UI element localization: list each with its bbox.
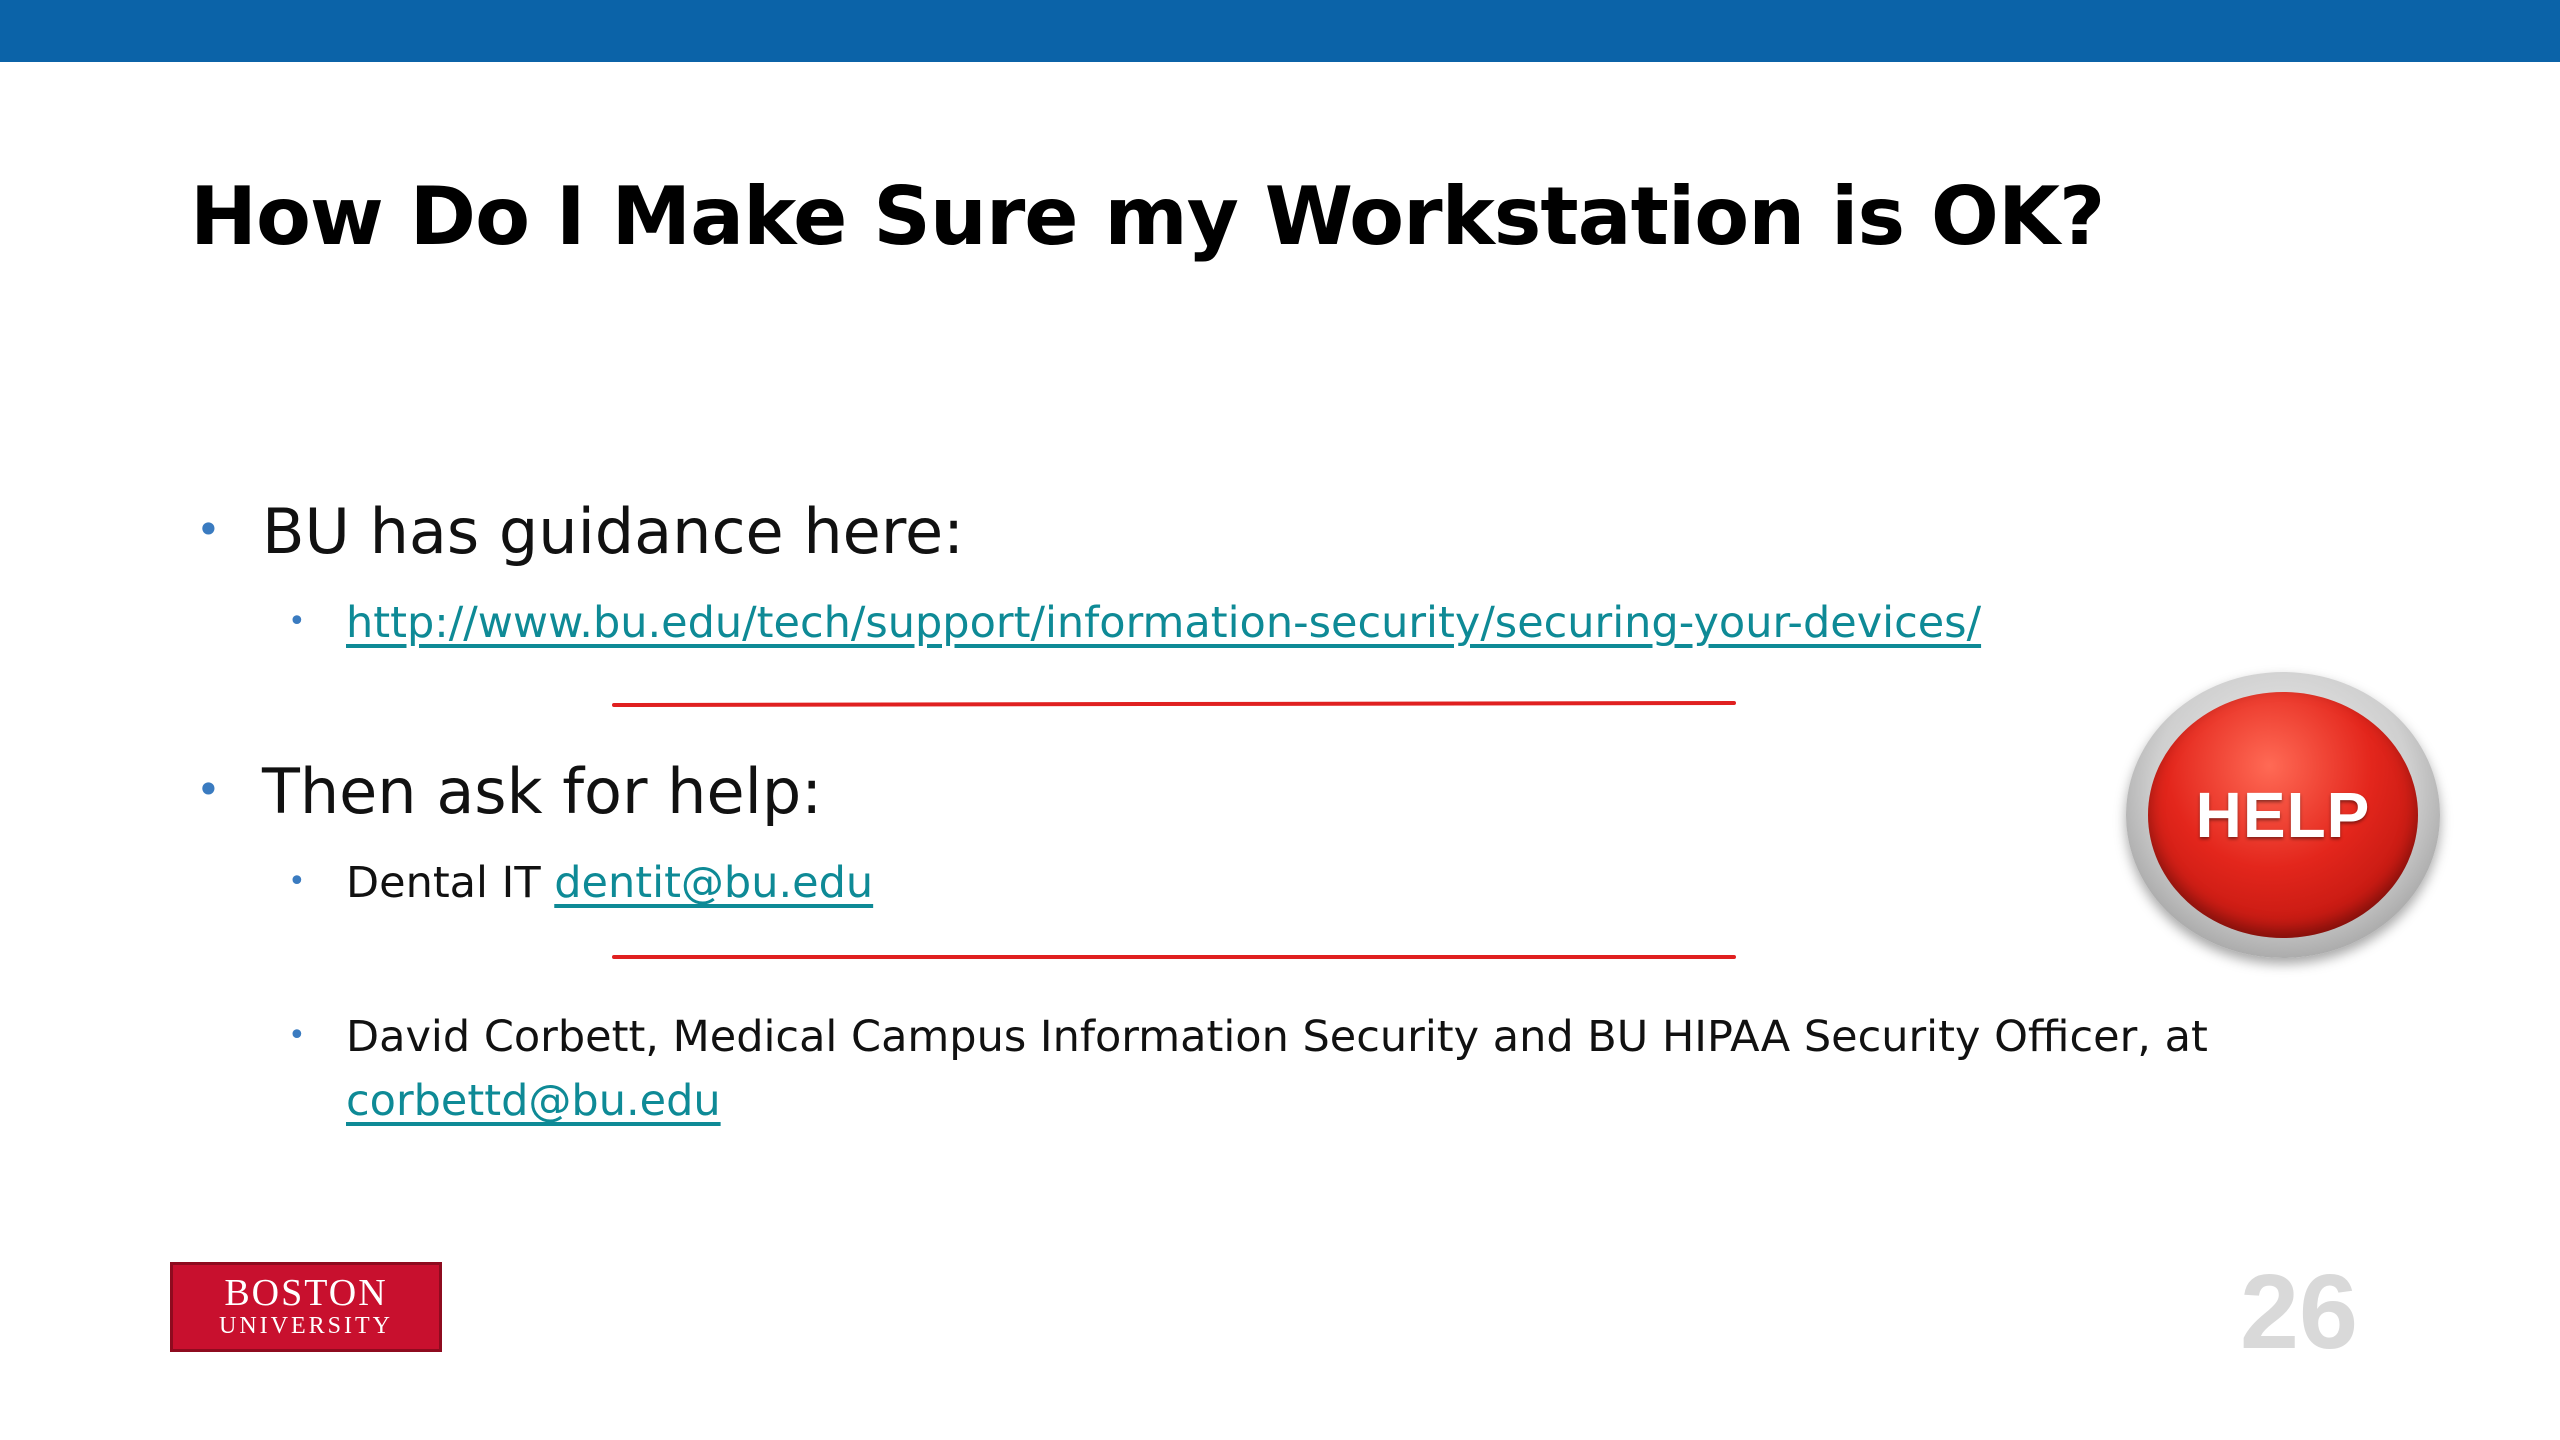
- bullet-marker: •: [196, 505, 221, 554]
- bullet-marker: •: [196, 765, 221, 814]
- bullet-text: BU has guidance here:: [262, 495, 964, 568]
- page-number: 26: [2240, 1253, 2358, 1371]
- sub-bullet-prefix: Dental IT: [346, 858, 555, 908]
- sub-bullet-guidance-link: • http://www.bu.edu/tech/support/informa…: [288, 598, 1981, 648]
- dentit-email-link[interactable]: dentit@bu.edu: [554, 858, 873, 908]
- logo-line-2: UNIVERSITY: [219, 1313, 393, 1339]
- sub-bullet-corbett: • David Corbett, Medical Campus Informat…: [288, 1012, 2208, 1062]
- corbett-email-link[interactable]: corbettd@bu.edu: [346, 1076, 721, 1126]
- sub-bullet-corbett-email: corbettd@bu.edu: [346, 1076, 721, 1126]
- help-button-face: HELP: [2148, 692, 2418, 938]
- help-button-icon: HELP: [2126, 672, 2440, 958]
- bullet-marker: •: [288, 604, 306, 639]
- header-bar: [0, 0, 2560, 62]
- bullet-text: Then ask for help:: [262, 755, 823, 828]
- red-annotation-line: [611, 701, 1737, 707]
- sub-bullet-text: David Corbett, Medical Campus Informatio…: [346, 1012, 2208, 1062]
- bullet-marker: •: [288, 864, 306, 899]
- help-label: HELP: [2195, 779, 2371, 851]
- bullet-guidance: • BU has guidance here:: [196, 495, 964, 568]
- bullet-ask-help: • Then ask for help:: [196, 755, 823, 828]
- sub-bullet-dental-it: • Dental IT dentit@bu.edu: [288, 858, 873, 908]
- boston-university-logo: BOSTON UNIVERSITY: [170, 1262, 442, 1352]
- red-annotation-line: [612, 955, 1736, 959]
- bullet-marker: •: [288, 1018, 306, 1053]
- logo-line-1: BOSTON: [224, 1272, 388, 1314]
- guidance-link[interactable]: http://www.bu.edu/tech/support/informati…: [346, 598, 1981, 648]
- slide-title: How Do I Make Sure my Workstation is OK?: [190, 170, 2105, 263]
